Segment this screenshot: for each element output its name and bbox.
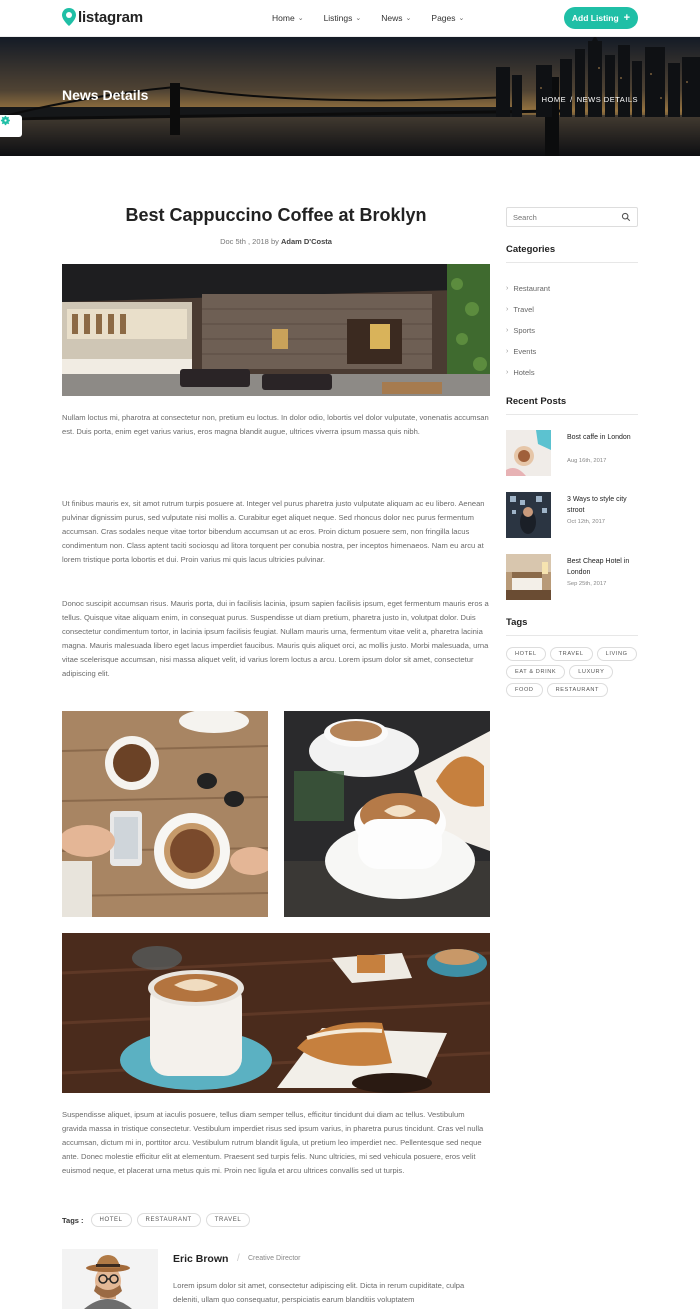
recent-post-thumbnail xyxy=(506,492,551,538)
tag-pill[interactable]: HOTEL xyxy=(506,647,546,661)
nav-pages-label: Pages xyxy=(431,13,456,23)
breadcrumb: HOME / NEWS DETAILS xyxy=(542,95,638,104)
recent-posts-heading: Recent Posts xyxy=(506,396,638,415)
author-bio: Lorem ipsum dolor sit amet, consectetur … xyxy=(173,1281,465,1304)
post-author-link[interactable]: Adam D'Costa xyxy=(281,237,332,246)
nav-listings[interactable]: Listings ⌄ xyxy=(324,13,362,23)
nav-pages[interactable]: Pages ⌄ xyxy=(431,13,464,23)
post-title: Best Cappuccino Coffee at Broklyn xyxy=(125,205,427,225)
category-label: Restaurant xyxy=(513,284,551,293)
category-item[interactable]: › Hotels xyxy=(506,362,638,383)
category-label: Travel xyxy=(513,305,534,314)
author-name[interactable]: Eric Brown xyxy=(173,1253,228,1265)
breadcrumb-home[interactable]: HOME xyxy=(542,95,567,104)
tag-pill[interactable]: RESTAURANT xyxy=(136,1213,201,1227)
recent-post-date: Sep 25th, 2017 xyxy=(567,581,607,587)
recent-post[interactable]: 3 Ways to style city stroot Oct 12th, 20… xyxy=(506,492,638,538)
post-wide-image xyxy=(62,933,490,1093)
add-listing-label: Add Listing xyxy=(571,13,619,23)
tag-pill[interactable]: LUXURY xyxy=(569,665,614,679)
chevron-right-icon: › xyxy=(506,327,509,334)
category-list: › Restaurant › Travel › Sports › Events › Hot… xyxy=(506,278,638,383)
post-tags-label: Tags : xyxy=(62,1215,84,1225)
chevron-right-icon: › xyxy=(506,306,509,313)
chevron-down-icon: ⌄ xyxy=(297,15,304,22)
recent-post[interactable]: Bost caffe in London Aug 16th, 2017 xyxy=(506,430,638,476)
author-separator: / xyxy=(237,1253,240,1264)
gear-icon xyxy=(0,115,10,126)
tag-cloud: HOTEL TRAVEL LIVING EAT & DRINK LUXURY F… xyxy=(506,647,646,697)
category-item[interactable]: › Travel xyxy=(506,299,638,320)
tag-pill[interactable]: HOTEL xyxy=(90,1213,132,1227)
tag-pill[interactable]: EAT & DRINK xyxy=(506,665,566,679)
top-navbar: listagram Home ⌄ Listings ⌄ News ⌄ Pages ⌄ A… xyxy=(0,0,700,37)
tag-pill[interactable]: LIVING xyxy=(596,647,637,661)
search-input[interactable] xyxy=(507,208,619,226)
post-date: Doc 5th , 2018 xyxy=(220,237,269,246)
chevron-down-icon: ⌄ xyxy=(405,15,412,22)
chevron-down-icon: ⌄ xyxy=(458,15,465,22)
chevron-right-icon: › xyxy=(506,285,509,292)
plus-icon: + xyxy=(623,11,631,24)
author-role: Creative Director xyxy=(248,1255,301,1262)
breadcrumb-separator: / xyxy=(570,95,573,104)
search-icon[interactable] xyxy=(621,212,631,222)
nav-news-label: News xyxy=(381,13,403,23)
nav-listings-label: Listings xyxy=(323,13,353,23)
add-listing-button[interactable]: Add Listing + xyxy=(564,7,638,29)
page-title: News Details xyxy=(62,87,149,103)
post-paragraph: Ut finibus mauris ex, sit amot rutrum tu… xyxy=(62,499,485,564)
nav-news[interactable]: News ⌄ xyxy=(381,13,411,23)
chevron-right-icon: › xyxy=(506,348,509,355)
nav-home-label: Home xyxy=(272,13,295,23)
breadcrumb-current: NEWS DETAILS xyxy=(576,95,638,104)
post-main-image xyxy=(62,264,490,396)
post-paragraph: Nullam loctus mi, pharotra at consectetu… xyxy=(62,413,489,436)
post-meta: Doc 5th , 2018 by Adam D'Costa xyxy=(62,237,490,246)
category-label: Events xyxy=(513,347,537,356)
site-logo[interactable]: listagram xyxy=(62,8,143,26)
post-by: by xyxy=(270,237,279,246)
recent-post-title: 3 Ways to style city stroot xyxy=(567,496,627,514)
post-paragraph: Suspendisse aliquet, ipsum at iaculis po… xyxy=(62,1110,484,1175)
tags-heading: Tags xyxy=(506,617,638,636)
category-item[interactable]: › Events xyxy=(506,341,638,362)
tag-pill[interactable]: FOOD xyxy=(506,683,543,697)
author-avatar xyxy=(62,1249,158,1309)
main-nav: Home ⌄ Listings ⌄ News ⌄ Pages ⌄ xyxy=(272,13,464,23)
recent-post[interactable]: Best Cheap Hotel in London Sep 25th, 201… xyxy=(506,554,638,600)
categories-heading: Categories xyxy=(506,244,638,263)
post-tags: Tags : HOTEL RESTAURANT TRAVEL xyxy=(62,1213,251,1227)
post-gallery-image xyxy=(62,711,268,917)
nav-home[interactable]: Home ⌄ xyxy=(272,13,304,23)
settings-toggle[interactable] xyxy=(0,115,22,137)
recent-post-thumbnail xyxy=(506,430,551,476)
logo-text: listagram xyxy=(78,8,143,26)
chevron-right-icon: › xyxy=(506,369,509,376)
recent-post-thumbnail xyxy=(506,554,551,600)
category-label: Hotels xyxy=(513,368,535,377)
category-label: Sports xyxy=(513,326,536,335)
page-hero: News Details HOME / NEWS DETAILS xyxy=(0,37,700,156)
author-box: Eric Brown / Creative Director Lorem ips… xyxy=(62,1249,490,1309)
tag-pill[interactable]: TRAVEL xyxy=(205,1213,251,1227)
tag-pill[interactable]: TRAVEL xyxy=(549,647,593,661)
tag-pill[interactable]: RESTAURANT xyxy=(546,683,609,697)
recent-post-title: Bost caffe in London xyxy=(567,434,631,441)
chevron-down-icon: ⌄ xyxy=(355,15,362,22)
recent-post-title: Best Cheap Hotel in London xyxy=(567,558,630,576)
category-item[interactable]: › Sports xyxy=(506,320,638,341)
map-pin-icon xyxy=(62,8,76,26)
recent-post-date: Aug 16th, 2017 xyxy=(567,458,607,464)
category-item[interactable]: › Restaurant xyxy=(506,278,638,299)
recent-post-date: Oct 12th, 2017 xyxy=(567,519,606,525)
sidebar-search xyxy=(506,207,638,227)
post-gallery-image xyxy=(284,711,490,917)
post-paragraph: Donoc suscipit accumsan risus. Mauris po… xyxy=(62,599,489,678)
